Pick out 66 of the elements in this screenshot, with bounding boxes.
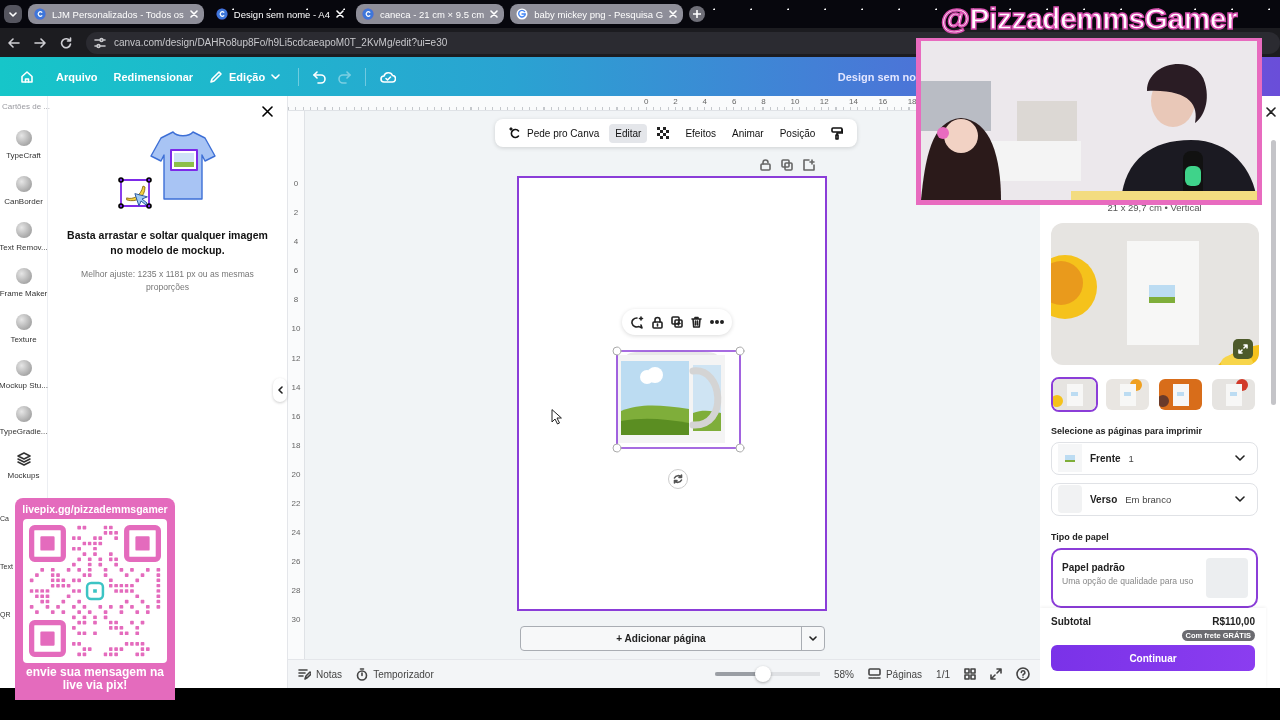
paper-option-card[interactable]: Papel padrão Uma opção de qualidade para uso	[1051, 548, 1258, 608]
toolbar-button[interactable]: Pede pro Canva	[503, 123, 606, 143]
notes-button[interactable]: Notas	[298, 668, 343, 680]
tab-title: Design sem nome - A4	[233, 8, 330, 20]
size-label: 21 x 29,7 cm • Vertical	[1106, 202, 1203, 213]
design-title[interactable]: Design sem no	[837, 70, 916, 83]
subtotal-label: Subtotal	[1051, 616, 1091, 627]
ruler-number: 14	[848, 96, 859, 108]
ruler-number: 30	[290, 615, 302, 627]
donation-message: envie sua mensagem na live via pix!	[24, 666, 166, 692]
subtotal-price: R$110,00	[1212, 616, 1255, 627]
rail-item[interactable]: Frame Maker	[0, 264, 47, 310]
ruler-number: 12	[290, 353, 302, 365]
tab-title: baby mickey png - Pesquisa G	[534, 8, 664, 20]
ruler-number: 4	[701, 96, 709, 108]
ruler-number: 12	[818, 96, 830, 108]
timer-button[interactable]: Temporizador	[356, 667, 434, 681]
toolbar-button[interactable]: Editar	[609, 123, 648, 143]
rail-item[interactable]: Text Remov...	[0, 218, 47, 264]
url-text: canva.com/design/DAHRo8up8Fo/h9Li5cdcaeapoM0T_2KvMg/edit?ui=e30	[114, 37, 448, 48]
ruler-number: 18	[290, 440, 302, 452]
ruler-number: 2	[292, 208, 300, 220]
ruler-number: 8	[760, 96, 767, 108]
tab-title: LJM Personalizados - Todos os	[52, 8, 184, 20]
ruler-number: 20	[290, 469, 302, 481]
zoom-percentage[interactable]: 58%	[833, 668, 854, 680]
ruler-number: 4	[292, 237, 300, 249]
ruler-number: 2	[672, 96, 679, 108]
rail-item[interactable]: TypeGradie...	[0, 402, 47, 448]
continue-button[interactable]: Continuar	[1051, 645, 1255, 671]
ruler-number: 28	[290, 586, 302, 598]
ruler-number: 16	[290, 411, 302, 423]
page-dropdown[interactable]: Verso Em branco	[1051, 482, 1258, 516]
ruler-number: 14	[290, 382, 302, 394]
ruler-number: 24	[290, 528, 302, 540]
rail-item[interactable]: CanBorder	[0, 172, 47, 218]
ruler-number: 0	[643, 96, 650, 108]
ruler-number: 26	[290, 557, 302, 569]
ruler-number: 16	[877, 96, 889, 108]
ruler-number: 0	[292, 179, 300, 190]
rail-item[interactable]: Mockup Stu...	[0, 356, 47, 402]
page-dropdown[interactable]: Frente 1	[1051, 441, 1258, 475]
ruler-number: 8	[292, 295, 300, 307]
rail-item[interactable]: Texture	[0, 310, 47, 356]
ruler-number: 10	[290, 324, 302, 336]
donation-url: livepix.gg/pizzademmsgamer	[22, 503, 168, 515]
rail-item[interactable]: Mockups	[0, 448, 47, 494]
section-label: Tipo de papel	[1051, 532, 1110, 542]
tab-title: caneca - 21 cm × 9.5 cm	[379, 8, 485, 20]
panel-heading: Basta arrastar e soltar qualquer imagem no modelo de mockup.	[66, 228, 269, 258]
rail-item[interactable]: TypeCraft	[0, 126, 47, 172]
toolbar-button[interactable]: Efeitos	[679, 123, 722, 143]
paper-description: Uma opção de qualidade para uso	[1062, 576, 1195, 586]
ruler-number: 6	[292, 266, 300, 278]
browser-tab[interactable]: Design sem nome - A4	[209, 4, 350, 24]
panel-hint: Melhor ajuste: 1235 x 1181 px ou as mesmas proporções	[80, 268, 255, 294]
pages-button[interactable]: Páginas	[867, 668, 923, 680]
ruler-number: 10	[789, 96, 801, 108]
page-count: 1/1	[936, 668, 950, 680]
toolbar-button[interactable]: Animar	[726, 123, 770, 143]
ruler-number: 18	[906, 96, 918, 108]
ruler-number: 22	[290, 499, 302, 511]
paper-name: Papel padrão	[1062, 562, 1126, 573]
section-label: Selecione as páginas para imprimir	[1051, 425, 1204, 436]
ruler-number: 6	[730, 96, 738, 108]
toolbar-button[interactable]: Posição	[773, 123, 822, 143]
